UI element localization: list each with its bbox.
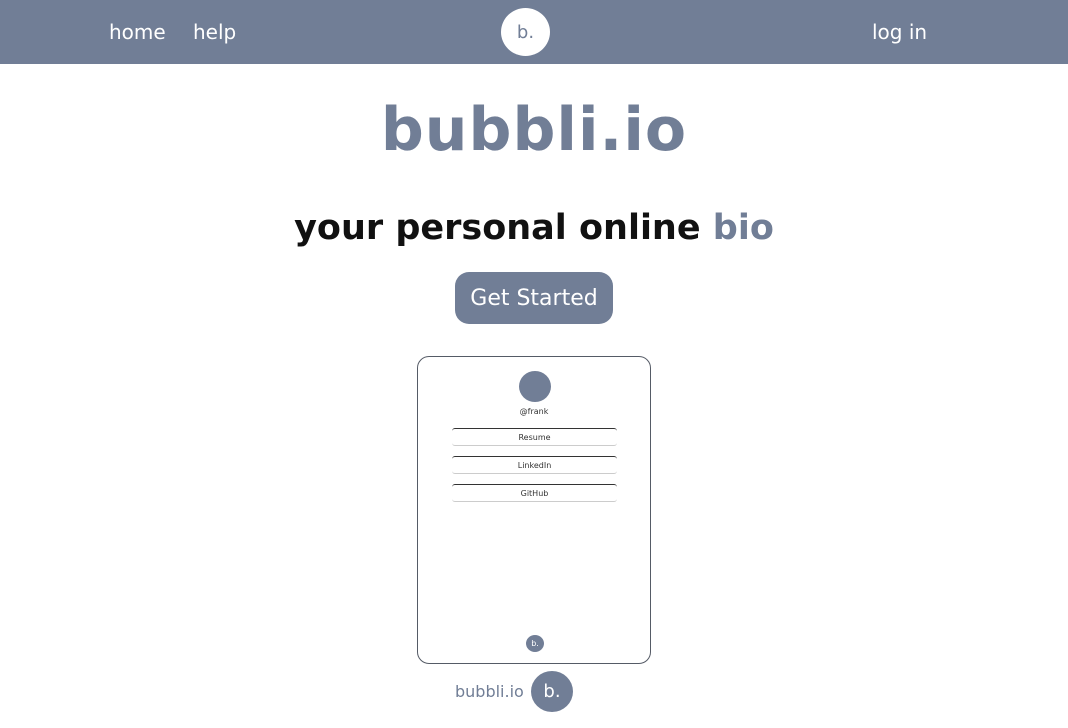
top-navbar: home help b. log in [0,0,1068,64]
tagline-prefix: your personal online [294,208,701,248]
profile-preview-card: @frank Resume LinkedIn GitHub b. [417,356,651,664]
get-started-button[interactable]: Get Started [455,272,613,324]
preview-link-resume[interactable]: Resume [452,428,617,446]
preview-link-github[interactable]: GitHub [452,484,617,502]
preview-badge-logo: b. [526,635,544,652]
preview-link-linkedin[interactable]: LinkedIn [452,456,617,474]
nav-logo-label: b. [516,21,535,43]
nav-help-link[interactable]: help [193,18,236,46]
login-link[interactable]: log in [872,18,927,46]
brand-title: bubbli.io [380,95,688,165]
footer-brand-text: bubbli.io [455,682,524,701]
preview-badge-label: b. [531,639,539,648]
nav-home-link[interactable]: home [109,18,166,46]
nav-logo-button[interactable]: b. [501,8,550,56]
get-started-label: Get Started [470,285,598,311]
footer-logo-button[interactable]: b. [531,671,573,712]
preview-username: @frank [519,407,549,416]
preview-avatar [519,371,551,402]
tagline: your personal online bio [0,206,1068,250]
tagline-accent: bio [712,208,774,248]
footer-logo-label: b. [543,681,561,702]
